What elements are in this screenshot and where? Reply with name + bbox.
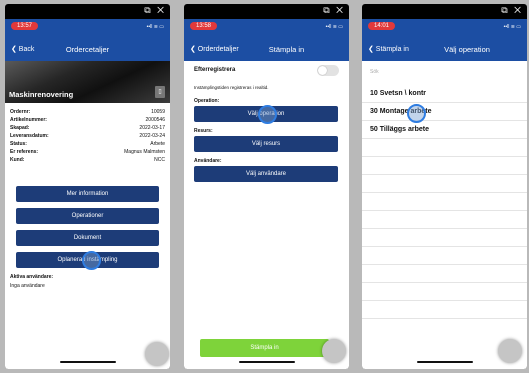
signal-icons: ••ll ≋ ▭: [146, 24, 164, 30]
screen-content: Sök 10 Svetsn \ kontr 30 Montage arbete …: [362, 61, 527, 369]
touch-indicator: [407, 104, 426, 123]
list-item-empty: [362, 157, 527, 175]
list-item-empty: [362, 265, 527, 283]
list-item-empty: [362, 283, 527, 301]
info-row: Ordernr: 10059: [10, 109, 165, 117]
phone-screen-clock-in: ⧉ ✕ 13:58 ••ll ≋ ▭ ❮ Orderdetaljer Stämp…: [184, 4, 349, 369]
info-key: Status:: [10, 141, 27, 147]
window-controls[interactable]: ⧉ ✕: [501, 5, 523, 16]
clock-in-button[interactable]: Stämpla in: [200, 339, 329, 357]
info-value: 2022-03-17: [139, 125, 165, 131]
home-indicator: [238, 361, 295, 363]
time-pill: 13:58: [190, 22, 218, 30]
nav-title: Stämpla in: [268, 45, 305, 54]
info-value: Arbete: [150, 141, 165, 147]
after-registration-toggle[interactable]: [317, 65, 339, 76]
active-users-value: Inga användare: [10, 283, 45, 289]
after-registration-label: Efterregistrera: [194, 67, 236, 73]
list-item-empty: [362, 247, 527, 265]
info-key: Leveransdatum:: [10, 133, 49, 139]
nav-bar: ❮ Back Ordercetaljer: [5, 37, 170, 61]
list-item-operation-10[interactable]: 10 Svetsn \ kontr: [362, 85, 527, 103]
info-row: Leveransdatum: 2022-03-24: [10, 133, 165, 141]
floating-action-button[interactable]: [322, 339, 346, 363]
time-pill: 13:57: [11, 22, 39, 30]
search-input[interactable]: Sök: [370, 69, 379, 75]
operation-label: Operation:: [194, 98, 220, 104]
info-row: Artikelnummer: 2000546: [10, 117, 165, 125]
screen-content: Maskinrenovering ▯ Ordernr: 10059 Artikel…: [5, 61, 170, 369]
select-resource-button[interactable]: Välj resurs: [194, 136, 338, 152]
screen-content: Efterregistrera Instämplingstiden regist…: [184, 61, 349, 369]
time-pill: 14:01: [368, 22, 396, 30]
touch-indicator: [82, 251, 101, 270]
info-row: Status: Arbete: [10, 141, 165, 149]
resource-label: Resurs:: [194, 128, 213, 134]
touch-indicator: [258, 105, 277, 124]
nav-bar: ❮ Stämpla in Välj operation: [362, 37, 527, 61]
info-value: Magnus Malmsten: [124, 149, 165, 155]
window-controls[interactable]: ⧉ ✕: [144, 5, 166, 16]
more-info-button[interactable]: Mer information: [16, 186, 159, 202]
back-button[interactable]: ❮ Stämpla in: [368, 45, 409, 53]
user-label: Användare:: [194, 158, 222, 164]
floating-action-button[interactable]: [498, 339, 522, 363]
floating-action-button[interactable]: [145, 342, 169, 366]
nav-title: Ordercetaljer: [65, 45, 110, 54]
info-key: Ordernr:: [10, 109, 31, 115]
info-row: Kund: NCC: [10, 157, 165, 165]
list-item-empty: [362, 211, 527, 229]
after-registration-note: Instämplingstiden registreras i realtid.: [194, 85, 269, 90]
hero-image: Maskinrenovering ▯: [5, 61, 170, 103]
status-bar: 13:57 ••ll ≋ ▭: [5, 19, 170, 37]
info-value: 10059: [151, 109, 165, 115]
operation-list: 10 Svetsn \ kontr 30 Montage arbete 50 T…: [362, 85, 527, 319]
info-key: Er referens:: [10, 149, 39, 155]
phone-screen-select-operation: ⧉ ✕ 14:01 ••ll ≋ ▭ ❮ Stämpla in Välj ope…: [362, 4, 527, 369]
list-item-empty: [362, 301, 527, 319]
info-row: Er referens: Magnus Malmsten: [10, 149, 165, 157]
list-item-empty: [362, 229, 527, 247]
operations-button[interactable]: Operationer: [16, 208, 159, 224]
list-item-empty: [362, 175, 527, 193]
home-indicator: [416, 361, 473, 363]
info-value: 2000546: [145, 117, 165, 123]
documents-button[interactable]: Dokument: [16, 230, 159, 246]
nav-bar: ❮ Orderdetaljer Stämpla in: [184, 37, 349, 61]
info-key: Kund:: [10, 157, 25, 163]
info-value: 2022-03-24: [139, 133, 165, 139]
list-item-operation-30[interactable]: 30 Montage arbete: [362, 103, 527, 121]
info-key: Artikelnummer:: [10, 117, 47, 123]
phone-screen-order-details: ⧉ ✕ 13:57 ••ll ≋ ▭ ❮ Back Ordercetaljer …: [5, 4, 170, 369]
info-value: NCC: [154, 157, 165, 163]
signal-icons: ••ll ≋ ▭: [325, 24, 343, 30]
signal-icons: ••ll ≋ ▭: [503, 24, 521, 30]
order-info: Ordernr: 10059 Artikelnummer: 2000546 Skap…: [10, 109, 165, 165]
info-key: Skapad:: [10, 125, 30, 131]
list-item-operation-50[interactable]: 50 Tilläggs arbete: [362, 121, 527, 139]
list-item-empty: [362, 139, 527, 157]
active-users-label: Aktiva användare:: [10, 274, 54, 280]
window-controls[interactable]: ⧉ ✕: [323, 5, 345, 16]
hero-title: Maskinrenovering: [9, 90, 74, 99]
status-bar: 14:01 ••ll ≋ ▭: [362, 19, 527, 37]
nav-title: Välj operation: [444, 45, 490, 54]
status-bar: 13:58 ••ll ≋ ▭: [184, 19, 349, 37]
document-icon[interactable]: ▯: [155, 86, 165, 98]
select-user-button[interactable]: Välj användare: [194, 166, 338, 182]
info-row: Skapad: 2022-03-17: [10, 125, 165, 133]
list-item-empty: [362, 193, 527, 211]
home-indicator: [59, 361, 116, 363]
